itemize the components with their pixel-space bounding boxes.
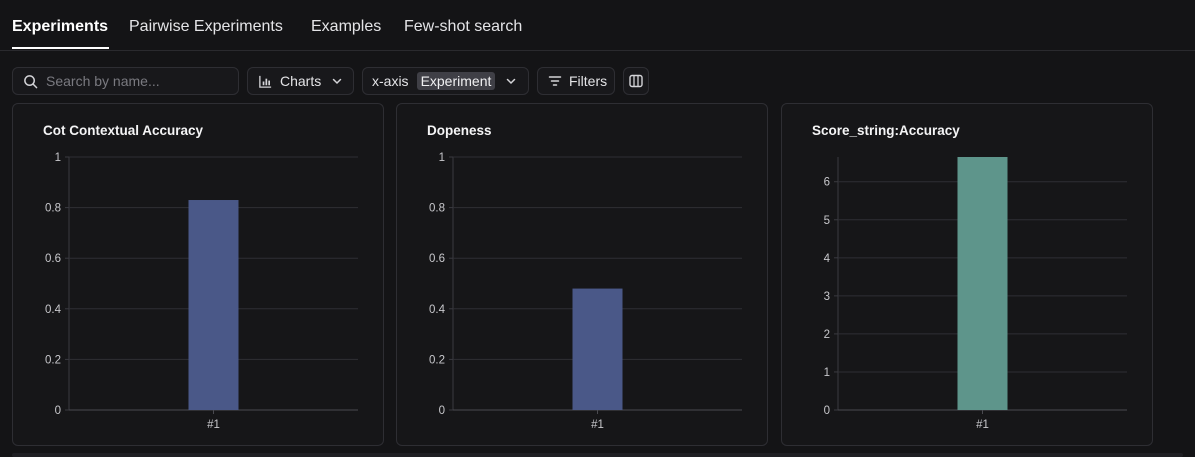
tab-examples[interactable]: Examples: [311, 18, 381, 36]
y-tick-label: 1: [439, 152, 445, 164]
chart-card-cot-contextual-accuracy: Cot Contextual Accuracy 0 0.2 0.4 0.6 0.8 1 #1: [12, 103, 384, 446]
active-tab-indicator: [12, 47, 109, 49]
y-tick-label: 1: [55, 152, 61, 164]
search-input[interactable]: [46, 73, 226, 89]
y-tick-label: 0: [439, 405, 445, 417]
columns-button[interactable]: [623, 67, 649, 95]
chart-icon: [259, 75, 272, 88]
y-tick-label: 0.6: [45, 253, 61, 265]
bar-chart-score-string-accuracy: 0 1 2 3 4 5 6 #1: [824, 157, 1127, 431]
charts-label: Charts: [280, 73, 322, 89]
tab-few-shot-search[interactable]: Few-shot search: [404, 18, 522, 36]
chart-card-dopeness: Dopeness 0 0.2 0.4 0.6 0.8 1 #1: [396, 103, 768, 446]
bar-chart-cot-contextual-accuracy: 0 0.2 0.4 0.6 0.8 1 #1: [45, 152, 358, 431]
chevron-down-icon: [332, 78, 342, 85]
y-tick-label: 6: [824, 177, 830, 189]
y-tick-label: 0.8: [45, 203, 61, 215]
x-tick-label: #1: [976, 419, 989, 431]
y-tick-label: 0.8: [429, 203, 445, 215]
bar: [572, 288, 623, 410]
search-icon: [24, 74, 38, 88]
y-tick-label: 0.2: [429, 354, 445, 366]
bar: [957, 157, 1008, 410]
horizontal-scrollbar[interactable]: [12, 453, 1183, 457]
bar-chart-dopeness: 0 0.2 0.4 0.6 0.8 1 #1: [429, 152, 742, 431]
bar: [188, 200, 239, 410]
y-tick-label: 1: [824, 367, 830, 379]
chevron-down-icon: [507, 78, 516, 85]
filter-icon: [548, 76, 562, 86]
charts-dropdown[interactable]: Charts: [247, 67, 354, 95]
x-axis-value-chip: Experiment: [416, 72, 496, 90]
tab-bar: Experiments Pairwise Experiments Example…: [0, 0, 1195, 51]
y-tick-label: 0: [55, 405, 61, 417]
y-tick-label: 2: [824, 329, 830, 341]
y-tick-label: 0.2: [45, 354, 61, 366]
y-tick-label: 0: [824, 405, 830, 417]
x-tick-label: #1: [207, 419, 220, 431]
y-tick-label: 4: [824, 253, 831, 265]
x-axis-label: x-axis: [372, 73, 409, 89]
x-axis-dropdown[interactable]: x-axis Experiment: [362, 67, 529, 95]
tab-experiments[interactable]: Experiments: [12, 18, 108, 36]
tab-pairwise-experiments[interactable]: Pairwise Experiments: [129, 18, 283, 36]
chart-card-score-string-accuracy: Score_string:Accuracy 0 1 2 3 4 5 6 #1: [781, 103, 1153, 446]
y-tick-label: 0.4: [429, 304, 446, 316]
y-tick-label: 0.4: [45, 304, 62, 316]
filters-label: Filters: [569, 73, 608, 89]
columns-icon: [629, 74, 643, 88]
filters-button[interactable]: Filters: [537, 67, 615, 95]
x-tick-label: #1: [591, 419, 604, 431]
y-tick-label: 5: [824, 215, 830, 227]
y-tick-label: 3: [824, 291, 830, 303]
y-tick-label: 0.6: [429, 253, 445, 265]
search-box: [12, 67, 239, 95]
